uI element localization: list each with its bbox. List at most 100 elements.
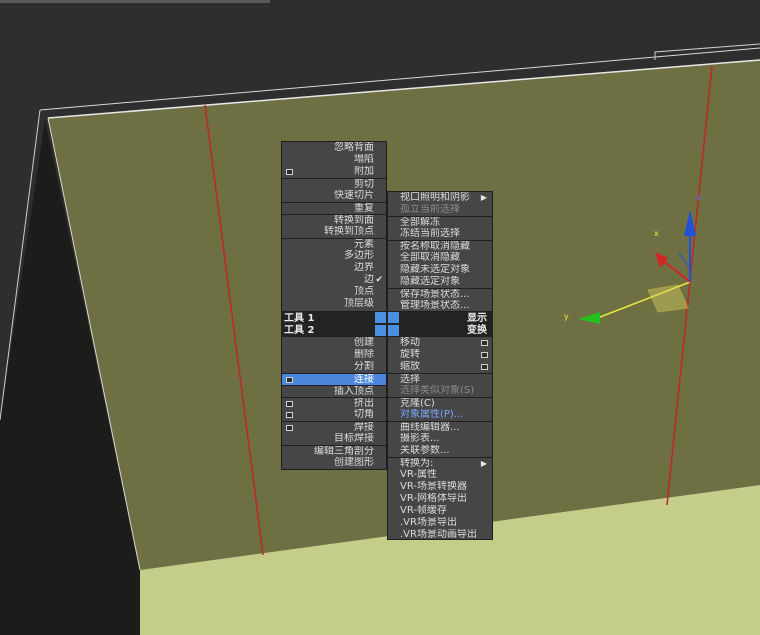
settings-box-icon[interactable] [481,364,488,370]
tools2-item-label: 插入顶点 [334,386,374,397]
tools1-item-label: 转换到顶点 [324,226,374,237]
tools2-item-5[interactable]: 插入顶点 [282,385,386,397]
display-item-4[interactable]: 冻结当前选择 [388,228,492,240]
transform-item-15[interactable]: VR-帧缓存 [388,505,492,517]
quad-square-br[interactable] [388,325,399,336]
tools2-item-1[interactable]: 创建 [282,337,386,349]
display-item-6[interactable]: 全部取消隐藏 [388,252,492,264]
tools2-item-4[interactable]: 连接 [282,373,386,385]
settings-box-icon[interactable] [481,352,488,358]
quad-top-left-tools1: 忽略背面 塌陷 附加 剪切 快速切片重复 转换到面 转换到顶点元素 多边形 边界边 ✔ 顶点 顶层级 [281,141,387,312]
quad-square-tr[interactable] [388,312,399,323]
submenu-arrow-icon: ▶ [480,459,487,468]
settings-box-icon[interactable] [481,340,488,346]
tools2-item-3[interactable]: 分割 [282,361,386,373]
transform-item-4[interactable]: 选择 [388,373,492,385]
tools2-item-9[interactable]: 目标焊接 [282,433,386,445]
quad-top-right-display: 视口照明和阴影 ▶ 孤立当前选择 全部解冻 冻结当前选择 按名称取消隐藏 全部取消隐藏 隐藏未… [387,191,493,312]
quad-square-bl[interactable] [375,325,386,336]
transform-item-9[interactable]: 摄影表... [388,433,492,445]
transform-item-label: 曲线编辑器... [400,422,460,433]
tools2-item-label: 焊接 [354,422,374,433]
transform-item-label: 缩放 [400,361,420,372]
transform-item-label: 摄影表... [400,433,440,444]
tools1-item-label: 快速切片 [334,190,374,201]
quad-bottom-left-tools2: 创建 删除 分割 连接 插入顶点 挤出 切角 焊接 目标焊接 编辑三角剖分 创建图形 [281,336,387,470]
tools2-item-2[interactable]: 删除 [282,349,386,361]
quad-square-tl[interactable] [375,312,386,323]
tools2-item-label: 创建 [354,337,374,348]
display-item-10[interactable]: 管理场景状态... [388,300,492,312]
tools1-item-label: 重复 [354,203,374,214]
tools1-item-label: 元素 [354,239,374,250]
transform-item-10[interactable]: 关联参数... [388,445,492,457]
settings-box-icon[interactable] [286,401,293,407]
tools1-item-10[interactable]: 多边形 [282,250,386,262]
tools1-item-11[interactable]: 边界 [282,262,386,274]
tools1-item-8[interactable]: 转换到顶点 [282,226,386,238]
perspective-viewport[interactable]: z x y 忽略背面 塌陷 附加 剪切 快速切片 重复 转换到面 转换到顶点 元素 多边形 边界边 ✔… [0,0,760,635]
transform-item-label: 对象属性(P)... [400,409,464,420]
display-item-label: 按名称取消隐藏 [400,241,470,252]
display-item-label: 隐藏未选定对象 [400,264,470,275]
tools2-item-8[interactable]: 焊接 [282,421,386,433]
tools1-item-label: 顶点 [354,286,374,297]
tools1-item-4[interactable]: 剪切 [282,178,386,190]
display-item-9[interactable]: 保存场景状态... [388,288,492,300]
transform-item-1[interactable]: 移动 [388,337,492,349]
tools1-item-label: 多边形 [344,250,374,261]
tools1-item-7[interactable]: 转换到面 [282,214,386,226]
settings-box-icon[interactable] [286,412,293,418]
quad-center-selector[interactable] [375,312,400,337]
tools2-item-11[interactable]: 创建图形 [282,457,386,469]
quad-bottom-right-transform: 移动 旋转 缩放 选择 选择类似对象(S) 克隆(C) 对象属性(P)... 曲线编辑器...… [387,336,493,540]
transform-item-6[interactable]: 克隆(C) [388,397,492,409]
settings-box-icon[interactable] [286,169,293,175]
transform-item-label: VR-帧缓存 [400,505,447,516]
transform-item-14[interactable]: VR-网格体导出 [388,493,492,505]
tools2-item-10[interactable]: 编辑三角剖分 [282,445,386,457]
tools1-item-14[interactable]: 顶层级 [282,298,386,310]
transform-item-17[interactable]: .VR场景动画导出 [388,529,492,541]
tools1-item-13[interactable]: 顶点 [282,286,386,298]
transform-item-label: 克隆(C) [400,398,435,409]
transform-item-11[interactable]: 转换为: ▶ [388,457,492,469]
display-item-5[interactable]: 按名称取消隐藏 [388,240,492,252]
transform-item-3[interactable]: 缩放 [388,361,492,373]
tools1-item-5[interactable]: 快速切片 [282,190,386,202]
transform-item-label: 关联参数... [400,445,450,456]
transform-item-2[interactable]: 旋转 [388,349,492,361]
tools1-item-1[interactable]: 忽略背面 [282,142,386,154]
tools1-item-12[interactable]: 边 ✔ [282,274,386,286]
tools2-item-label: 编辑三角剖分 [314,446,374,457]
transform-item-13[interactable]: VR-场景转换器 [388,481,492,493]
transform-item-7[interactable]: 对象属性(P)... [388,409,492,421]
tools1-item-label: 边 [364,274,374,285]
display-item-8[interactable]: 隐藏选定对象 [388,276,492,288]
tools1-item-label: 顶层级 [344,298,374,309]
tools1-item-label: 塌陷 [354,154,374,165]
tools1-item-6[interactable]: 重复 [282,202,386,214]
transform-item-8[interactable]: 曲线编辑器... [388,421,492,433]
transform-item-12[interactable]: VR-属性 [388,469,492,481]
tools1-item-label: 边界 [354,262,374,273]
display-item-label: 全部取消隐藏 [400,252,460,263]
display-item-1[interactable]: 视口照明和阴影 ▶ [388,192,492,204]
display-item-label: 管理场景状态... [400,300,470,311]
tools2-item-7[interactable]: 切角 [282,409,386,421]
settings-box-icon[interactable] [286,425,293,431]
transform-item-label: 选择 [400,374,420,385]
tools1-item-2[interactable]: 塌陷 [282,154,386,166]
display-item-2: 孤立当前选择 [388,204,492,216]
transform-item-label: 旋转 [400,349,420,360]
transform-item-16[interactable]: .VR场景导出 [388,517,492,529]
tools1-item-9[interactable]: 元素 [282,238,386,250]
display-item-label: 孤立当前选择 [400,204,460,215]
display-item-label: 全部解冻 [400,217,440,228]
display-item-7[interactable]: 隐藏未选定对象 [388,264,492,276]
settings-box-icon[interactable] [286,377,293,383]
transform-item-label: 转换为: [400,458,434,469]
tools2-item-6[interactable]: 挤出 [282,397,386,409]
tools1-item-3[interactable]: 附加 [282,166,386,178]
display-item-3[interactable]: 全部解冻 [388,216,492,228]
